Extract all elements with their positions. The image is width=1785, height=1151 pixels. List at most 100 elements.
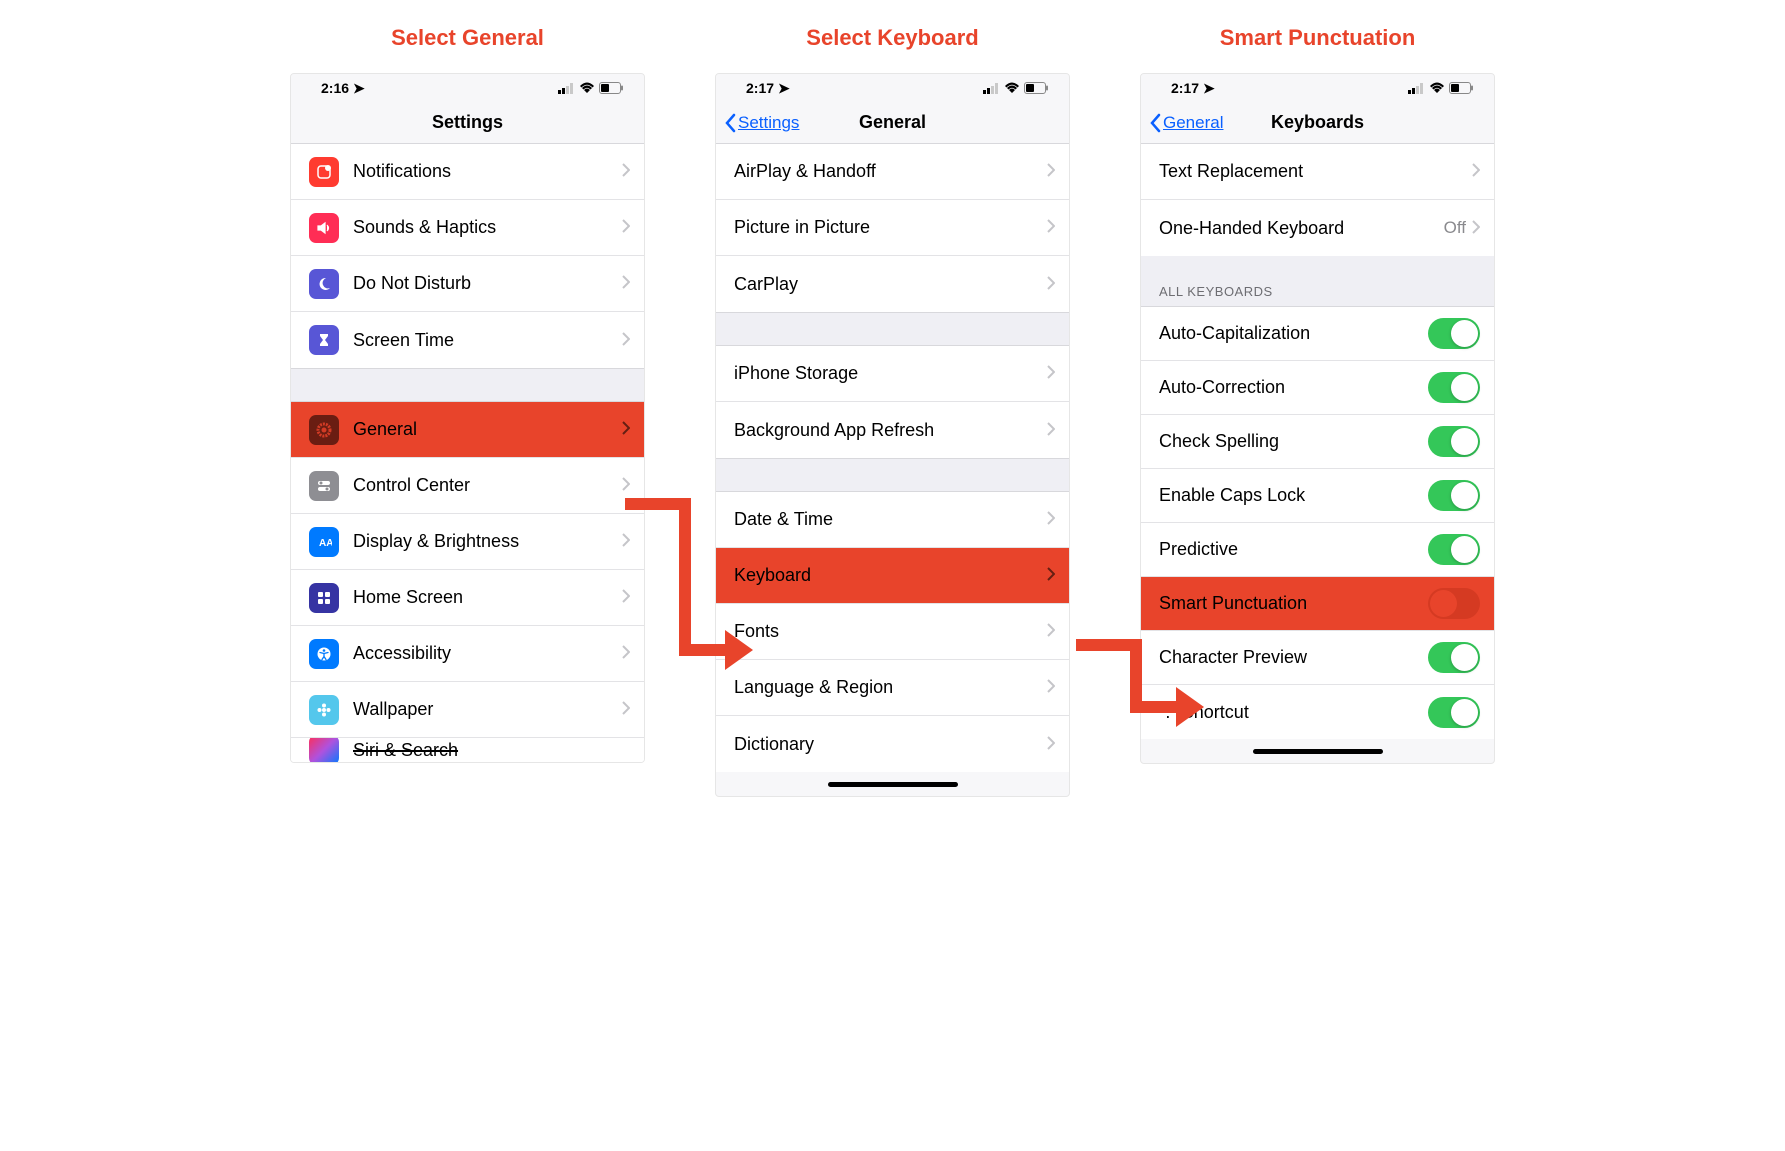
label: Picture in Picture — [734, 217, 1047, 238]
chevron-right-icon — [1047, 734, 1055, 755]
status-time: 2:16➤ — [321, 80, 365, 97]
gear-icon — [309, 415, 339, 445]
row-fonts[interactable]: Fonts — [716, 604, 1069, 660]
row-language[interactable]: Language & Region — [716, 660, 1069, 716]
row-auto-correction[interactable]: Auto-Correction — [1141, 361, 1494, 415]
chevron-right-icon — [1047, 420, 1055, 441]
chevron-right-icon — [1047, 621, 1055, 642]
row-airplay[interactable]: AirPlay & Handoff — [716, 144, 1069, 200]
signal-icon — [1408, 83, 1425, 94]
row-dnd[interactable]: Do Not Disturb — [291, 256, 644, 312]
row-general[interactable]: General — [291, 402, 644, 458]
row-display[interactable]: AA Display & Brightness — [291, 514, 644, 570]
label: Predictive — [1159, 539, 1428, 560]
flower-icon — [309, 695, 339, 725]
navbar: Settings General — [716, 102, 1069, 144]
row-iphone-storage[interactable]: iPhone Storage — [716, 346, 1069, 402]
page-title: General — [859, 112, 926, 133]
page-title: Settings — [432, 112, 503, 133]
row-notifications[interactable]: Notifications — [291, 144, 644, 200]
label: Home Screen — [353, 587, 622, 608]
section-separator — [716, 312, 1069, 346]
row-siri[interactable]: Siri & Search — [291, 738, 644, 762]
wifi-icon — [579, 82, 595, 94]
chevron-right-icon — [1047, 161, 1055, 182]
moon-icon — [309, 269, 339, 299]
label: Accessibility — [353, 643, 622, 664]
label: Smart Punctuation — [1159, 593, 1428, 614]
toggle-on[interactable] — [1428, 642, 1480, 673]
row-date-time[interactable]: Date & Time — [716, 492, 1069, 548]
back-label: Settings — [738, 113, 799, 133]
row-smart-punctuation[interactable]: Smart Punctuation — [1141, 577, 1494, 631]
row-pip[interactable]: Picture in Picture — [716, 200, 1069, 256]
row-control-center[interactable]: Control Center — [291, 458, 644, 514]
wifi-icon — [1004, 82, 1020, 94]
signal-icon — [558, 83, 575, 94]
label: Wallpaper — [353, 699, 622, 720]
label: Notifications — [353, 161, 622, 182]
row-dictionary[interactable]: Dictionary — [716, 716, 1069, 772]
back-button[interactable]: Settings — [724, 113, 799, 133]
caption-select-keyboard: Select Keyboard — [806, 25, 978, 51]
row-one-handed[interactable]: One-Handed KeyboardOff — [1141, 200, 1494, 256]
location-arrow-icon: ➤ — [778, 80, 790, 96]
chevron-right-icon — [622, 217, 630, 238]
section-header-all-keyboards: ALL KEYBOARDS — [1141, 256, 1494, 307]
chevron-right-icon — [622, 330, 630, 351]
svg-text:AA: AA — [319, 538, 332, 549]
row-text-replacement[interactable]: Text Replacement — [1141, 144, 1494, 200]
wifi-icon — [1429, 82, 1445, 94]
home-indicator — [1141, 739, 1494, 763]
label: General — [353, 419, 622, 440]
chevron-right-icon — [1047, 274, 1055, 295]
status-time: 2:17➤ — [746, 80, 790, 97]
row-home-screen[interactable]: Home Screen — [291, 570, 644, 626]
row-bg-refresh[interactable]: Background App Refresh — [716, 402, 1069, 458]
label: Do Not Disturb — [353, 273, 622, 294]
chevron-right-icon — [622, 699, 630, 720]
location-arrow-icon: ➤ — [353, 80, 365, 96]
toggle-off[interactable] — [1428, 588, 1480, 619]
label: Date & Time — [734, 509, 1047, 530]
toggle-on[interactable] — [1428, 426, 1480, 457]
battery-icon — [599, 82, 624, 94]
hourglass-icon — [309, 325, 339, 355]
chevron-left-icon — [724, 113, 736, 133]
label: Auto-Capitalization — [1159, 323, 1428, 344]
back-button[interactable]: General — [1149, 113, 1223, 133]
chevron-right-icon — [1047, 565, 1055, 586]
chevron-right-icon — [622, 419, 630, 440]
status-bar: 2:16➤ — [291, 74, 644, 102]
row-screentime[interactable]: Screen Time — [291, 312, 644, 368]
toggle-on[interactable] — [1428, 480, 1480, 511]
display-icon: AA — [309, 527, 339, 557]
chevron-right-icon — [1047, 509, 1055, 530]
row-predictive[interactable]: Predictive — [1141, 523, 1494, 577]
row-accessibility[interactable]: Accessibility — [291, 626, 644, 682]
value: Off — [1444, 218, 1466, 238]
label: Control Center — [353, 475, 622, 496]
label: Sounds & Haptics — [353, 217, 622, 238]
section-separator — [291, 368, 644, 402]
toggle-on[interactable] — [1428, 318, 1480, 349]
status-bar: 2:17➤ — [1141, 74, 1494, 102]
label: Language & Region — [734, 677, 1047, 698]
row-carplay[interactable]: CarPlay — [716, 256, 1069, 312]
toggle-on[interactable] — [1428, 372, 1480, 403]
chevron-right-icon — [1472, 161, 1480, 182]
row-caps-lock[interactable]: Enable Caps Lock — [1141, 469, 1494, 523]
phone-settings: 2:16➤ Settings Notifications Sou — [290, 73, 645, 763]
home-indicator — [716, 772, 1069, 796]
row-keyboard[interactable]: Keyboard — [716, 548, 1069, 604]
toggle-on[interactable] — [1428, 697, 1480, 728]
row-wallpaper[interactable]: Wallpaper — [291, 682, 644, 738]
home-grid-icon — [309, 583, 339, 613]
chevron-right-icon — [1047, 363, 1055, 384]
chevron-left-icon — [1149, 113, 1161, 133]
row-check-spelling[interactable]: Check Spelling — [1141, 415, 1494, 469]
label: CarPlay — [734, 274, 1047, 295]
row-auto-cap[interactable]: Auto-Capitalization — [1141, 307, 1494, 361]
toggle-on[interactable] — [1428, 534, 1480, 565]
row-sounds[interactable]: Sounds & Haptics — [291, 200, 644, 256]
